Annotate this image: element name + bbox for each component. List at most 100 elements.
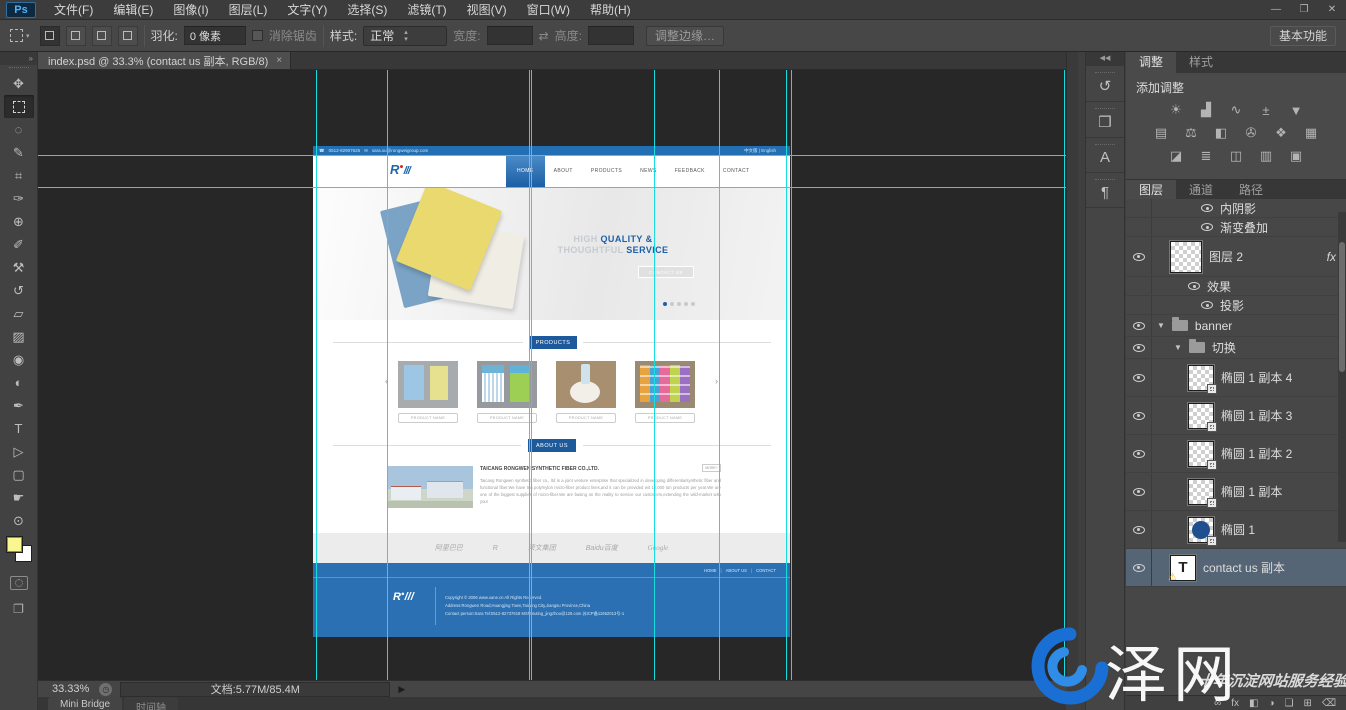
menu-item-5[interactable]: 选择(S) — [337, 0, 397, 20]
document-tab[interactable]: index.psd @ 33.3% (contact us 副本, RGB/8)… — [38, 52, 291, 69]
menu-item-1[interactable]: 编辑(E) — [103, 0, 163, 20]
visibility-toggle[interactable] — [1126, 218, 1152, 236]
visibility-toggle[interactable] — [1126, 435, 1152, 472]
posterize-icon[interactable]: ≣ — [1194, 146, 1218, 166]
move-tool[interactable]: ✥ — [4, 72, 34, 95]
path-selection-tool[interactable]: ▷ — [4, 440, 34, 463]
visibility-toggle[interactable] — [1126, 296, 1152, 314]
tab-调整[interactable]: 调整 — [1126, 52, 1176, 73]
layer-row[interactable]: 椭圆 1 副本 3 — [1126, 397, 1346, 435]
layer-row[interactable]: 内阴影 — [1126, 199, 1346, 218]
dock-item[interactable]: ❒ — [1086, 102, 1124, 138]
menu-item-7[interactable]: 视图(V) — [457, 0, 517, 20]
delete-layer-icon[interactable]: ⌫ — [1322, 698, 1336, 709]
zoom-tool[interactable]: ⊙ — [4, 509, 34, 532]
curves-icon[interactable]: ∿ — [1224, 100, 1248, 120]
menu-item-6[interactable]: 滤镜(T) — [397, 0, 456, 20]
layer-row[interactable]: fx图层 2 — [1126, 237, 1346, 277]
color-lookup-icon[interactable]: ▦ — [1299, 123, 1323, 143]
menu-item-2[interactable]: 图像(I) — [163, 0, 218, 20]
visibility-toggle[interactable] — [1126, 315, 1152, 336]
tools-collapse-button[interactable]: » — [0, 52, 37, 65]
quick-selection-tool[interactable]: ✎ — [4, 141, 34, 164]
expand-triangle-icon[interactable]: ▼ — [1157, 321, 1165, 330]
history-brush-tool[interactable]: ↺ — [4, 279, 34, 302]
guide-vertical[interactable] — [791, 70, 792, 680]
add-layer-mask-icon[interactable]: ◧ — [1249, 698, 1258, 709]
gradient-map-icon[interactable]: ▥ — [1254, 146, 1278, 166]
visibility-toggle[interactable] — [1126, 277, 1152, 295]
visibility-toggle[interactable] — [1126, 237, 1152, 276]
layer-row[interactable]: 投影 — [1126, 296, 1346, 315]
guide-vertical[interactable] — [719, 70, 720, 680]
invert-icon[interactable]: ◪ — [1164, 146, 1188, 166]
tab-路径[interactable]: 路径 — [1226, 180, 1276, 201]
height-input[interactable] — [588, 26, 634, 45]
dodge-tool[interactable]: ◐ — [4, 371, 34, 394]
layer-row[interactable]: 椭圆 1 — [1126, 511, 1346, 549]
workspace-switcher-button[interactable]: 基本功能 — [1270, 26, 1336, 46]
dock-item[interactable]: ↺ — [1086, 66, 1124, 102]
visibility-toggle[interactable] — [1126, 511, 1152, 548]
zoom-level-field[interactable]: 33.33% — [38, 683, 99, 695]
shape-tool[interactable]: ▢ — [4, 463, 34, 486]
tool-preset-picker[interactable]: ▾ — [6, 27, 34, 44]
new-selection-button[interactable] — [40, 26, 60, 46]
crop-tool[interactable]: ⌗ — [4, 164, 34, 187]
foreground-color-swatch[interactable] — [6, 536, 23, 553]
menu-item-4[interactable]: 文字(Y) — [277, 0, 337, 20]
guide-vertical[interactable] — [316, 70, 317, 680]
eyedropper-tool[interactable]: ✑ — [4, 187, 34, 210]
guide-vertical[interactable] — [531, 70, 532, 680]
dock-item[interactable]: A — [1086, 138, 1124, 173]
exposure-icon[interactable]: ± — [1254, 100, 1278, 120]
guide-vertical[interactable] — [387, 70, 388, 680]
antialias-checkbox[interactable] — [252, 30, 263, 41]
black-white-icon[interactable]: ◧ — [1209, 123, 1233, 143]
layer-style-icon[interactable]: fx — [1231, 698, 1239, 709]
feather-input[interactable]: 0 像素 — [184, 26, 246, 45]
healing-brush-tool[interactable]: ⊕ — [4, 210, 34, 233]
subtract-from-selection-button[interactable] — [92, 26, 112, 46]
add-to-selection-button[interactable] — [66, 26, 86, 46]
new-layer-icon[interactable]: ⊞ — [1303, 698, 1311, 709]
layers-scrollbar[interactable] — [1338, 212, 1346, 542]
link-layers-icon[interactable]: ∞ — [1214, 698, 1221, 709]
tab-通道[interactable]: 通道 — [1176, 180, 1226, 201]
visibility-toggle[interactable] — [1126, 397, 1152, 434]
guide-vertical[interactable] — [786, 70, 787, 680]
threshold-icon[interactable]: ◫ — [1224, 146, 1248, 166]
new-group-icon[interactable]: ❏ — [1285, 698, 1294, 709]
selective-color-icon[interactable]: ▣ — [1284, 146, 1308, 166]
width-input[interactable] — [487, 26, 533, 45]
pen-tool[interactable]: ✒ — [4, 394, 34, 417]
vibrance-icon[interactable]: ▼ — [1284, 100, 1308, 120]
brush-tool[interactable]: ✐ — [4, 233, 34, 256]
dock-item[interactable]: ¶ — [1086, 173, 1124, 208]
menu-item-0[interactable]: 文件(F) — [44, 0, 103, 20]
layer-fx-badge[interactable]: fx — [1327, 250, 1336, 264]
rectangular-marquee-tool[interactable] — [4, 95, 34, 118]
visibility-toggle[interactable] — [1126, 473, 1152, 510]
hand-tool[interactable]: ☛ — [4, 486, 34, 509]
dock-collapse-button[interactable]: ◀◀ — [1086, 52, 1124, 66]
brightness-contrast-icon[interactable]: ☀ — [1164, 100, 1188, 120]
eraser-tool[interactable]: ▱ — [4, 302, 34, 325]
lasso-tool[interactable]: ◌ — [4, 118, 34, 141]
type-tool[interactable]: T — [4, 417, 34, 440]
guide-horizontal[interactable] — [38, 187, 1066, 188]
menu-item-3[interactable]: 图层(L) — [219, 0, 278, 20]
visibility-toggle[interactable] — [1126, 199, 1152, 217]
guide-horizontal[interactable] — [38, 155, 1066, 156]
ps-logo-icon[interactable]: Ps — [6, 2, 36, 18]
refine-edge-button[interactable]: 调整边缘… — [646, 26, 724, 46]
layer-row[interactable]: 椭圆 1 副本 4 — [1126, 359, 1346, 397]
style-select[interactable]: 正常▴▾ — [363, 26, 447, 46]
status-options-arrow[interactable]: ▶ — [398, 684, 405, 695]
swap-dimensions-icon[interactable]: ⇄ — [539, 29, 549, 43]
visibility-toggle[interactable] — [1126, 337, 1152, 358]
color-balance-icon[interactable]: ⚖ — [1179, 123, 1203, 143]
levels-icon[interactable]: ▟ — [1194, 100, 1218, 120]
layer-row[interactable]: 渐变叠加 — [1126, 218, 1346, 237]
hue-saturation-icon[interactable]: ▤ — [1149, 123, 1173, 143]
